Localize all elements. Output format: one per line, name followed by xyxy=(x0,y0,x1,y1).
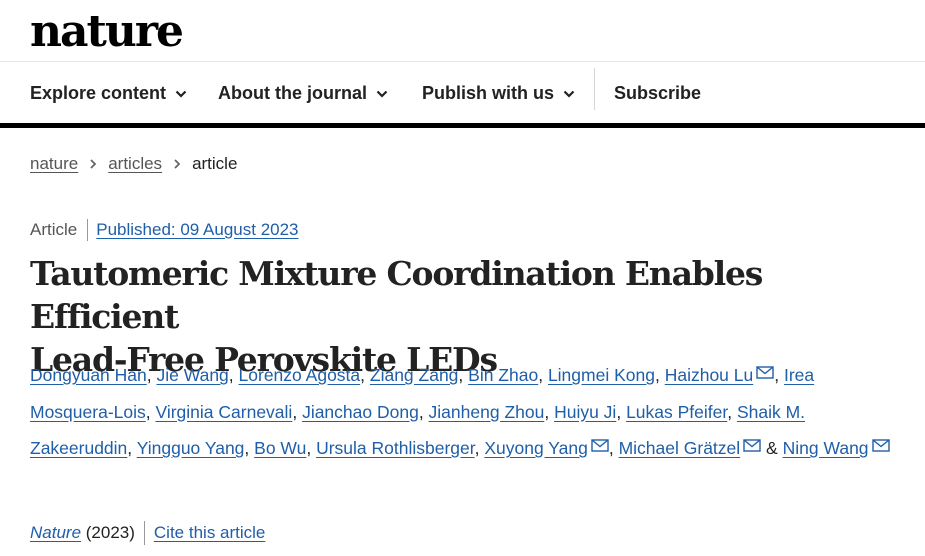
author-link[interactable]: Jianchao Dong xyxy=(302,402,419,422)
mail-icon[interactable] xyxy=(756,366,774,379)
mail-icon[interactable] xyxy=(871,439,890,452)
author-link[interactable]: Lingmei Kong xyxy=(548,365,655,385)
chevron-right-icon xyxy=(90,159,97,169)
author-link[interactable]: Ziang Zang xyxy=(370,365,459,385)
author-link[interactable]: Lorenzo Agosta xyxy=(239,365,361,385)
cite-divider xyxy=(143,521,145,545)
site-header: nature xyxy=(0,0,925,62)
nav-label: About the journal xyxy=(218,83,367,103)
nature-logo[interactable]: nature xyxy=(30,6,184,57)
author-link[interactable]: Bo Wu xyxy=(254,438,306,458)
author-link[interactable]: Haizhou Lu xyxy=(665,365,754,385)
author-link[interactable]: Ursula Rothlisberger xyxy=(316,438,475,458)
chevron-down-icon xyxy=(563,90,575,98)
article-meta: Article Published: 09 August 2023 xyxy=(30,219,299,241)
cite-this-article-link[interactable]: Cite this article xyxy=(154,523,265,543)
mail-icon[interactable] xyxy=(591,439,609,452)
meta-divider xyxy=(87,219,89,241)
nav-publish-with-us[interactable]: Publish with us xyxy=(422,83,575,104)
title-line-1: Tautomeric Mixture Coordination Enables … xyxy=(30,254,763,336)
author-link[interactable]: Bin Zhao xyxy=(468,365,538,385)
author-link[interactable]: Huiyu Ji xyxy=(554,402,616,422)
breadcrumb-articles[interactable]: articles xyxy=(108,154,162,174)
author-link[interactable]: Ning Wang xyxy=(783,438,869,458)
nav-subscribe[interactable]: Subscribe xyxy=(614,83,701,104)
breadcrumb-current: article xyxy=(192,154,238,173)
citation-line: Nature (2023) Cite this article xyxy=(30,521,265,545)
nav-label: Subscribe xyxy=(614,83,702,103)
author-link[interactable]: Dongyuan Han xyxy=(30,365,147,385)
author-link[interactable]: Xuyong Yang xyxy=(484,438,587,458)
nav-explore-content[interactable]: Explore content xyxy=(30,83,187,104)
chevron-down-icon xyxy=(175,90,187,98)
author-ampersand: & xyxy=(766,438,778,458)
author-link[interactable]: Yingguo Yang xyxy=(137,438,245,458)
nav-label: Publish with us xyxy=(422,83,555,103)
nav-about-journal[interactable]: About the journal xyxy=(218,83,388,104)
nav-label: Explore content xyxy=(30,83,167,103)
journal-link[interactable]: Nature xyxy=(30,523,81,543)
main-nav: Explore content About the journal Publis… xyxy=(0,62,925,128)
breadcrumb-nature[interactable]: nature xyxy=(30,154,78,174)
chevron-right-icon xyxy=(174,159,181,169)
author-link[interactable]: Jianheng Zhou xyxy=(429,402,545,422)
article-type: Article xyxy=(30,220,78,239)
author-link[interactable]: Virginia Carnevali xyxy=(155,402,292,422)
author-list: Dongyuan Han, Jie Wang, Lorenzo Agosta, … xyxy=(30,357,890,467)
mail-icon[interactable] xyxy=(743,439,761,452)
chevron-down-icon xyxy=(376,90,388,98)
author-link[interactable]: Jie Wang xyxy=(156,365,228,385)
nav-divider xyxy=(594,68,595,110)
author-link[interactable]: Michael Grätzel xyxy=(619,438,741,458)
publication-year: (2023) xyxy=(85,523,135,542)
breadcrumb: nature articles article xyxy=(30,154,237,174)
published-date-link[interactable]: Published: 09 August 2023 xyxy=(96,220,298,240)
author-link[interactable]: Lukas Pfeifer xyxy=(626,402,727,422)
